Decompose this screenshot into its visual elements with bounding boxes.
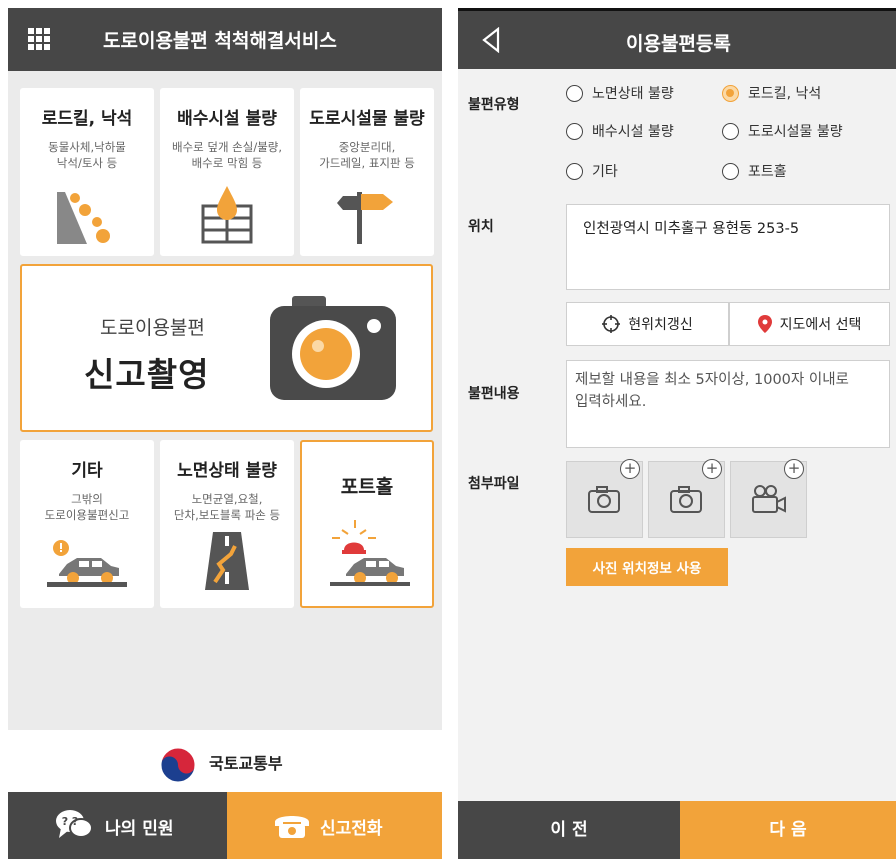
tile-title: 노면상태 불량 xyxy=(177,461,277,481)
radio-other[interactable]: 기타 xyxy=(566,161,618,181)
type-label: 불편유형 xyxy=(468,97,520,113)
menu-grid-icon[interactable] xyxy=(28,28,50,50)
camera-outline-icon xyxy=(588,486,620,513)
tile-title: 로드킬, 낙석 xyxy=(41,109,133,129)
content-placeholder: 제보할 내용을 최소 5자이상, 1000자 이내로 입력하세요. xyxy=(575,372,849,410)
car-alert-icon xyxy=(47,540,127,587)
attach-photo-1[interactable]: + xyxy=(566,459,643,538)
tile-subtitle: 배수로 덮개 손실/불량, 배수로 막힘 등 xyxy=(171,140,283,170)
content-label: 불편내용 xyxy=(468,386,520,402)
tile-subtitle: 중앙분리대, 가드레일, 표지판 등 xyxy=(319,140,415,170)
radio-circle xyxy=(566,162,583,180)
location-label: 위치 xyxy=(468,219,494,235)
attach-video[interactable]: + xyxy=(730,459,807,538)
tile-title: 포트홀 xyxy=(340,476,394,498)
prev-button[interactable]: 이 전 xyxy=(458,801,680,859)
select-on-map-button[interactable]: 지도에서 선택 xyxy=(729,302,890,346)
add-icon: + xyxy=(702,459,722,479)
home-footer: ? ? 나의 민원 신고전화 xyxy=(8,792,442,859)
ministry-name: 국토교통부 xyxy=(209,754,283,773)
report-subtitle: 도로이용불편 xyxy=(100,317,205,339)
tile-road-surface[interactable]: 노면상태 불량 노면균열,요철, 단차,보도블록 파손 등 xyxy=(160,440,294,608)
select-on-map-label: 지도에서 선택 xyxy=(779,317,862,333)
register-title: 이용불편등록 xyxy=(626,33,731,55)
attach-label: 첨부파일 xyxy=(468,476,520,492)
cracked-road-icon xyxy=(205,532,249,590)
register-footer: 이 전 다 음 xyxy=(458,801,896,859)
register-screen: 이용불편등록 불편유형 노면상태 불량 로드킬, 낙석 배수시설 불량 도로시설… xyxy=(458,8,896,859)
video-camera-icon xyxy=(752,485,786,513)
radio-pothole[interactable]: 포트홀 xyxy=(722,161,787,181)
radio-circle xyxy=(566,122,583,140)
attach-photo-2[interactable]: + xyxy=(648,459,725,538)
chat-bubbles-icon: ? ? xyxy=(56,810,93,838)
my-complaints-label: 나의 민원 xyxy=(105,819,174,839)
refresh-location-button[interactable]: 현위치갱신 xyxy=(566,302,729,346)
tile-roadkill[interactable]: 로드킬, 낙석 동물사체,낙하물 낙석/토사 등 xyxy=(20,88,154,256)
radio-label: 로드킬, 낙석 xyxy=(748,86,822,102)
location-field[interactable]: 인천광역시 미추홀구 용현동 253-5 xyxy=(566,204,890,290)
radio-circle xyxy=(566,84,583,102)
radio-road-surface[interactable]: 노면상태 불량 xyxy=(566,83,674,103)
radio-label: 배수시설 불량 xyxy=(592,124,674,140)
tile-other[interactable]: 기타 그밖의 도로이용불편신고 xyxy=(20,440,154,608)
radio-label: 기타 xyxy=(592,164,618,180)
report-call-button[interactable]: 신고전화 xyxy=(227,792,442,859)
back-arrow-icon[interactable] xyxy=(480,27,502,53)
camera-icon xyxy=(270,296,396,400)
my-complaints-button[interactable]: ? ? 나의 민원 xyxy=(8,792,227,859)
next-button[interactable]: 다 음 xyxy=(680,801,896,859)
tile-title: 배수시설 불량 xyxy=(177,109,277,129)
refresh-location-label: 현위치갱신 xyxy=(628,317,693,333)
home-title: 도로이용불편 척척해결서비스 xyxy=(103,30,337,52)
location-value: 인천광역시 미추홀구 용현동 253-5 xyxy=(583,221,800,237)
map-pin-icon xyxy=(757,315,772,333)
drainage-icon xyxy=(201,186,253,244)
add-icon: + xyxy=(620,459,640,479)
svg-text:? ?: ? ? xyxy=(62,815,79,828)
register-header: 이용불편등록 xyxy=(458,8,896,69)
radio-roadkill[interactable]: 로드킬, 낙석 xyxy=(722,83,821,103)
radio-drainage[interactable]: 배수시설 불량 xyxy=(566,121,674,141)
pothole-car-icon xyxy=(330,520,410,586)
radio-label: 포트홀 xyxy=(748,164,787,180)
signpost-icon xyxy=(337,192,393,244)
rockfall-icon xyxy=(57,192,110,244)
home-screen: 도로이용불편 척척해결서비스 로드킬, 낙석 동물사체,낙하물 낙석/토사 등 … xyxy=(8,8,442,859)
radio-label: 도로시설물 불량 xyxy=(748,124,843,140)
add-icon: + xyxy=(784,459,804,479)
tile-title: 도로시설물 불량 xyxy=(309,109,425,129)
radio-facility[interactable]: 도로시설물 불량 xyxy=(722,121,843,141)
tile-drainage[interactable]: 배수시설 불량 배수로 덮개 손실/불량, 배수로 막힘 등 xyxy=(160,88,294,256)
tile-facility[interactable]: 도로시설물 불량 중앙분리대, 가드레일, 표지판 등 xyxy=(300,88,434,256)
crosshair-icon xyxy=(602,315,621,333)
tile-subtitle: 그밖의 도로이용불편신고 xyxy=(44,492,130,522)
radio-label: 노면상태 불량 xyxy=(592,86,674,102)
use-photo-location-button[interactable]: 사진 위치정보 사용 xyxy=(566,548,728,586)
report-photo-tile[interactable]: 도로이용불편 신고촬영 xyxy=(20,264,433,432)
content-textarea[interactable]: 제보할 내용을 최소 5자이상, 1000자 이내로 입력하세요. xyxy=(566,360,890,448)
taegeuk-logo-icon xyxy=(160,747,196,783)
home-header: 도로이용불편 척척해결서비스 xyxy=(8,8,442,71)
tile-subtitle: 노면균열,요철, 단차,보도블록 파손 등 xyxy=(173,492,281,522)
camera-outline-icon xyxy=(670,486,702,513)
tile-subtitle: 동물사체,낙하물 낙석/토사 등 xyxy=(48,140,126,170)
tile-pothole[interactable]: 포트홀 xyxy=(300,440,434,608)
report-title: 신고촬영 xyxy=(84,355,210,394)
radio-circle xyxy=(722,162,739,180)
telephone-icon xyxy=(275,816,309,838)
tile-title: 기타 xyxy=(71,461,103,481)
ministry-bar: 국토교통부 xyxy=(8,730,442,792)
radio-circle xyxy=(722,122,739,140)
report-call-label: 신고전화 xyxy=(320,819,383,839)
radio-circle-selected xyxy=(722,84,739,102)
